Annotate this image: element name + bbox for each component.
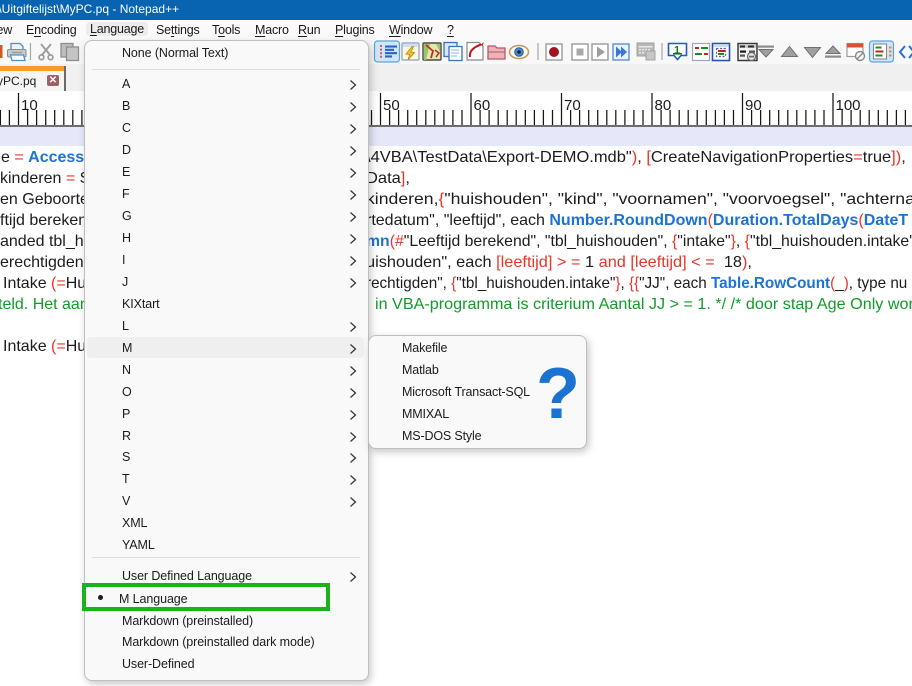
svg-text:90: 90 bbox=[745, 97, 762, 114]
svg-text:10: 10 bbox=[21, 97, 38, 114]
svg-text:100: 100 bbox=[836, 97, 861, 114]
svg-text:1: 1 bbox=[674, 45, 680, 57]
svg-text:80: 80 bbox=[655, 97, 672, 114]
svg-text:70: 70 bbox=[564, 97, 581, 114]
svg-text:50: 50 bbox=[383, 97, 400, 114]
svg-text:60: 60 bbox=[474, 97, 491, 114]
